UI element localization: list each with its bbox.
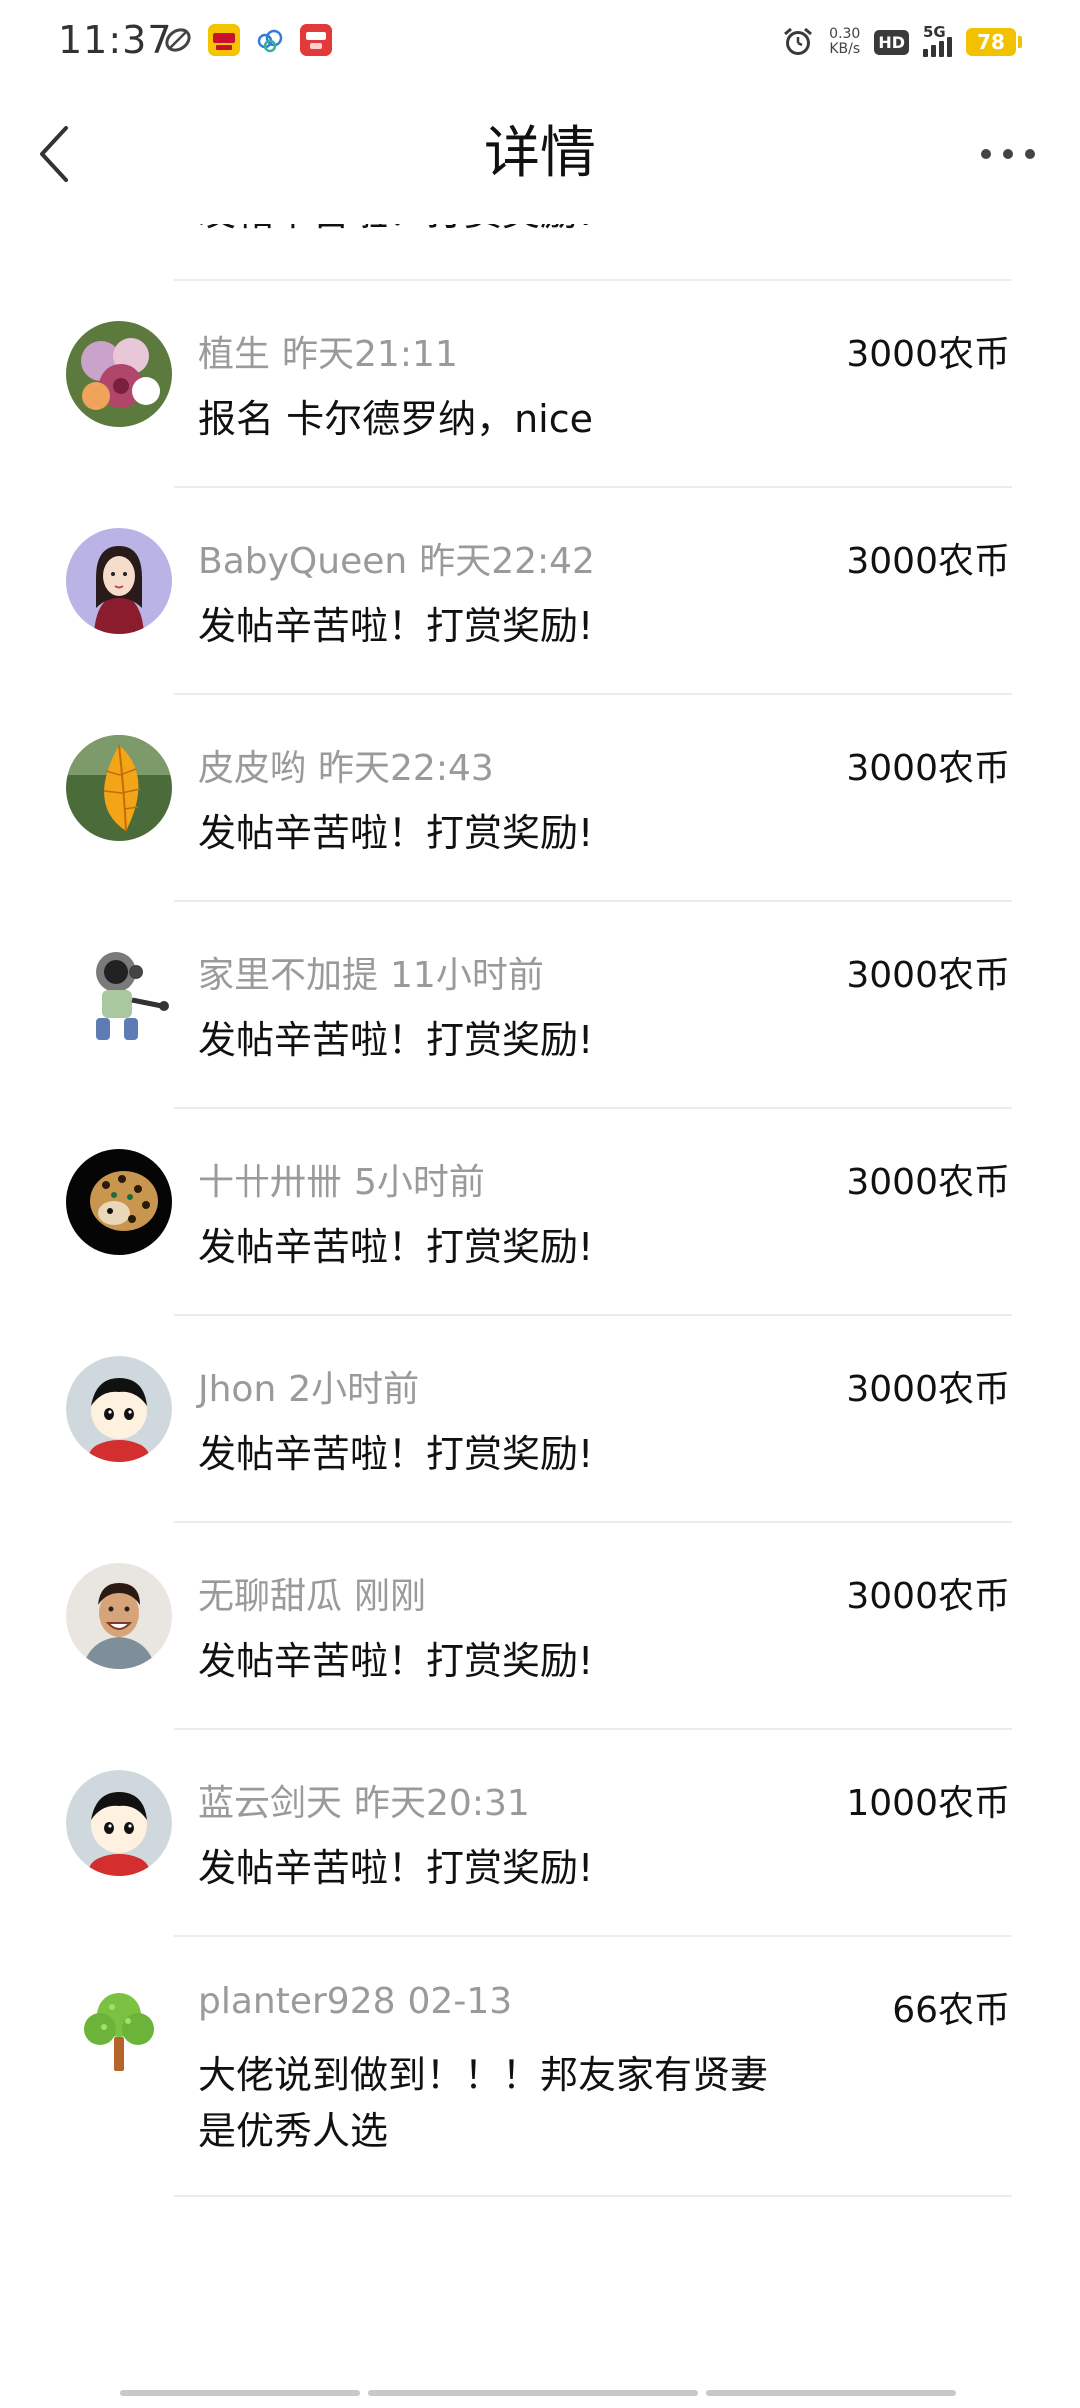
cloud-app-icon: [254, 24, 286, 56]
network-type-label: 5G: [923, 23, 946, 41]
reward-amount: 3000农币: [846, 541, 1010, 582]
list-divider: [174, 2195, 1012, 2197]
reward-message: 发帖辛苦啦！打赏奖励!: [198, 811, 594, 855]
reward-message: 发帖辛苦啦！打赏奖励!: [198, 1846, 594, 1890]
reward-list-viewport[interactable]: 发帖辛苦啦！打赏奖励! 植生昨天21:113000农币报名 卡尔德罗纳，nice…: [0, 224, 1080, 2364]
reward-amount: 3000农币: [846, 955, 1010, 996]
reward-meta: planter928 02-13: [198, 1981, 512, 2022]
leaf-app-icon: [162, 24, 194, 56]
reward-message: 报名 卡尔德罗纳，nice: [198, 397, 593, 441]
reward-list: 发帖辛苦啦！打赏奖励! 植生昨天21:113000农币报名 卡尔德罗纳，nice…: [0, 224, 1080, 2197]
reward-list-item[interactable]: 家里不加提 11小时前 3000农币发帖辛苦啦！打赏奖励!: [0, 902, 1080, 1109]
reward-time: 昨天22:42: [419, 541, 595, 582]
reward-list-item[interactable]: BabyQueen 昨天22:42 3000农币发帖辛苦啦！打赏奖励!: [0, 488, 1080, 695]
reward-time: 刚刚: [354, 1576, 427, 1617]
reward-list-item[interactable]: Jhon 2小时前 3000农币发帖辛苦啦！打赏奖励!: [0, 1316, 1080, 1523]
reward-list-item[interactable]: 十卄卅卌 5小时前 3000农币发帖辛苦啦！打赏奖励!: [0, 1109, 1080, 1316]
reward-meta: 无聊甜瓜 刚刚: [198, 1567, 426, 1619]
tree-avatar[interactable]: [66, 1977, 172, 2083]
more-button[interactable]: [968, 124, 1048, 184]
more-dots-icon: [981, 149, 1035, 159]
status-bar: 11:37 0.30 KB/s HD 5G 78: [0, 0, 1080, 84]
man-photo-avatar[interactable]: [66, 1563, 172, 1669]
reward-amount: 66农币: [892, 1990, 1010, 2031]
reward-message: 发帖辛苦啦！打赏奖励!: [198, 224, 798, 240]
app-header: 详情: [0, 84, 1080, 224]
reward-list-item[interactable]: 蓝云剑天 昨天20:31 1000农币发帖辛苦啦！打赏奖励!: [0, 1730, 1080, 1937]
reward-username[interactable]: 无聊甜瓜: [198, 1576, 342, 1617]
status-right-cluster: 0.30 KB/s HD 5G 78: [781, 20, 1022, 64]
reward-meta: 家里不加提 11小时前: [198, 946, 544, 998]
reward-meta: 皮皮哟 昨天22:43: [198, 739, 494, 791]
reward-list-item[interactable]: 无聊甜瓜 刚刚 3000农币发帖辛苦啦！打赏奖励!: [0, 1523, 1080, 1730]
status-app-icons: [162, 24, 332, 56]
battery-level: 78: [966, 28, 1016, 56]
reward-username[interactable]: 皮皮哟: [198, 748, 306, 789]
reward-meta: BabyQueen 昨天22:42: [198, 532, 595, 584]
signal-icon: 5G: [923, 23, 952, 57]
reward-meta: 蓝云剑天 昨天20:31: [198, 1774, 530, 1826]
cartoon-boy-avatar[interactable]: [66, 1770, 172, 1876]
alarm-icon: [784, 27, 813, 55]
reward-message: 发帖辛苦啦！打赏奖励!: [198, 1225, 594, 1269]
reward-message: 发帖辛苦啦！打赏奖励!: [198, 604, 594, 648]
reward-amount: 1000农币: [846, 1783, 1010, 1824]
reward-meta: Jhon 2小时前: [198, 1360, 419, 1412]
cartoon-boy-avatar[interactable]: [66, 1356, 172, 1462]
reward-message: 发帖辛苦啦！打赏奖励!: [198, 1639, 594, 1683]
reward-amount: 3000农币: [846, 1162, 1010, 1203]
hd-badge: HD: [874, 29, 909, 55]
bottom-scroll-indicator: [120, 2390, 960, 2396]
reward-amount: 3000农币: [846, 1576, 1010, 1617]
yellow-app-icon: [208, 24, 240, 56]
battery-icon: 78: [966, 28, 1022, 56]
red-app-icon: [300, 24, 332, 56]
reward-time: 11小时前: [390, 955, 544, 996]
reward-username[interactable]: 蓝云剑天: [198, 1783, 342, 1824]
net-speed: 0.30 KB/s: [829, 27, 860, 57]
flower-photo-avatar[interactable]: [66, 321, 172, 427]
net-speed-unit: KB/s: [829, 41, 861, 57]
reward-username[interactable]: 家里不加提: [198, 955, 378, 996]
reward-message: 发帖辛苦啦！打赏奖励!: [198, 1018, 594, 1062]
girl-photo-avatar[interactable]: [66, 528, 172, 634]
reward-time: 昨天21:11: [282, 334, 458, 375]
net-speed-value: 0.30: [829, 26, 861, 42]
reward-username[interactable]: 植生: [198, 334, 270, 375]
page-title: 详情: [484, 121, 596, 186]
reward-list-item[interactable]: 植生 昨天21:11 3000农币报名 卡尔德罗纳，nice: [0, 281, 1080, 488]
reward-amount: 3000农币: [846, 748, 1010, 789]
robot-figure-avatar[interactable]: [66, 942, 172, 1048]
reward-message: 大佬说到做到！！！邦友家有贤妻是优秀人选: [198, 2053, 769, 2153]
leaf-photo-avatar[interactable]: [66, 735, 172, 841]
reward-username[interactable]: 十卄卅卌: [198, 1162, 342, 1203]
reward-meta: 十卄卅卌 5小时前: [198, 1153, 485, 1205]
reward-time: 02-13: [407, 1981, 513, 2022]
reward-time: 昨天22:43: [318, 748, 494, 789]
reward-list-item[interactable]: 发帖辛苦啦！打赏奖励!: [0, 224, 1080, 281]
reward-meta: 植生 昨天21:11: [198, 325, 458, 377]
reward-list-item[interactable]: 皮皮哟 昨天22:43 3000农币发帖辛苦啦！打赏奖励!: [0, 695, 1080, 902]
reward-username[interactable]: Jhon: [198, 1369, 276, 1410]
reward-list-item[interactable]: planter928 02-13 66农币大佬说到做到！！！邦友家有贤妻是优秀人选: [0, 1937, 1080, 2197]
leopard-photo-avatar[interactable]: [66, 1149, 172, 1255]
reward-amount: 3000农币: [846, 334, 1010, 375]
reward-message: 发帖辛苦啦！打赏奖励!: [198, 1432, 594, 1476]
reward-username[interactable]: BabyQueen: [198, 541, 407, 582]
status-time: 11:37: [58, 18, 173, 62]
reward-time: 5小时前: [354, 1162, 485, 1203]
reward-time: 2小时前: [288, 1369, 420, 1410]
reward-amount: 3000农币: [846, 1369, 1010, 1410]
reward-username[interactable]: planter928: [198, 1981, 396, 2022]
reward-time: 昨天20:31: [354, 1783, 530, 1824]
